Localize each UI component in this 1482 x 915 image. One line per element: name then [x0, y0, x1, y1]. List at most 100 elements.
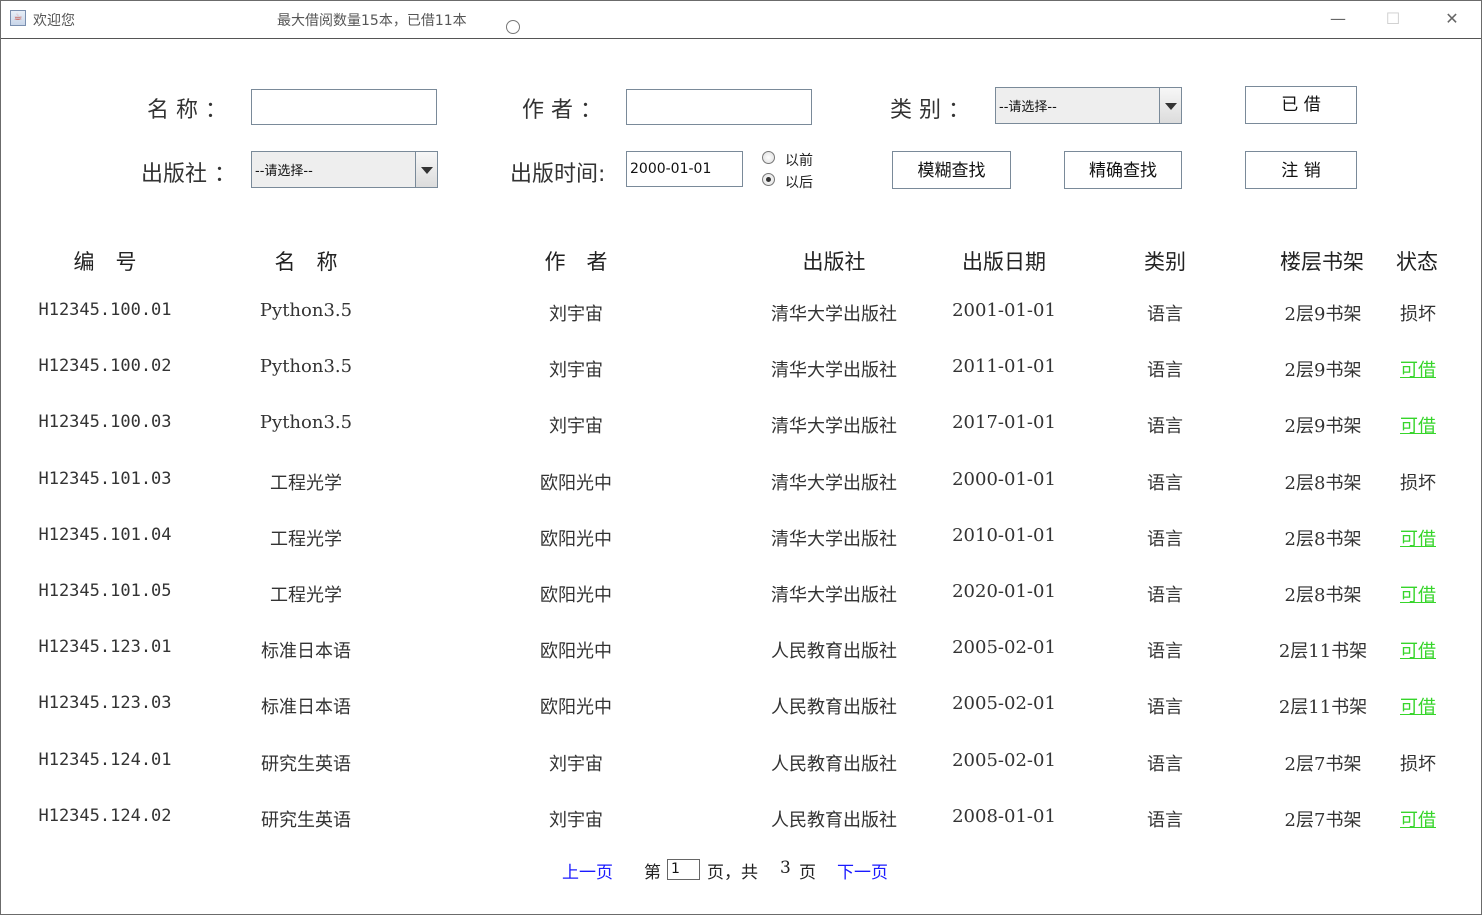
cell-date: 2005-02-01	[952, 750, 1056, 771]
cell-category: 语言	[1147, 641, 1183, 662]
table-row[interactable]: H12345.124.01 研究生英语 刘宇宙 人民教育出版社 2005-02-01 语言…	[0, 750, 1480, 790]
cell-id: H12345.124.02	[38, 806, 172, 826]
cell-author: 欧阳光中	[540, 641, 612, 662]
borrowed-button[interactable]: 已 借	[1245, 86, 1357, 124]
prev-page-link[interactable]: 上一页	[562, 858, 613, 883]
table-row[interactable]: H12345.100.02 Python3.5 刘宇宙 清华大学出版社 2011-01-…	[0, 356, 1480, 396]
publish-date-input[interactable]: 2000-01-01	[626, 151, 743, 187]
borrow-link[interactable]: 可借	[1400, 693, 1436, 719]
cell-publisher: 人民教育出版社	[771, 754, 897, 775]
cell-date: 2017-01-01	[952, 412, 1056, 433]
table-row[interactable]: H12345.100.03 Python3.5 刘宇宙 清华大学出版社 2017-01-…	[0, 412, 1480, 452]
cell-shelf: 2层9书架	[1284, 416, 1362, 437]
table-row[interactable]: H12345.100.01 Python3.5 刘宇宙 清华大学出版社 2001-01-…	[0, 300, 1480, 340]
cell-author: 欧阳光中	[540, 473, 612, 494]
author-input[interactable]	[626, 89, 812, 125]
cell-status: 损坏	[1400, 473, 1436, 494]
chevron-down-icon[interactable]	[415, 152, 437, 187]
cell-name: 工程光学	[270, 473, 342, 494]
category-select[interactable]: --请选择--	[995, 87, 1182, 124]
cell-author: 欧阳光中	[540, 585, 612, 606]
table-row[interactable]: H12345.123.03 标准日本语 欧阳光中 人民教育出版社 2005-02-01 语…	[0, 693, 1480, 733]
borrow-link[interactable]: 可借	[1400, 637, 1436, 663]
header-status: 状态	[1396, 250, 1438, 274]
table-row[interactable]: H12345.101.03 工程光学 欧阳光中 清华大学出版社 2000-01-01 语言…	[0, 469, 1480, 509]
maximize-icon[interactable]: ☐	[1379, 7, 1407, 31]
close-icon[interactable]: ✕	[1438, 7, 1466, 31]
table-row[interactable]: H12345.123.01 标准日本语 欧阳光中 人民教育出版社 2005-02-01 语…	[0, 637, 1480, 677]
cell-publisher: 清华大学出版社	[771, 585, 897, 606]
cell-date: 2008-01-01	[952, 806, 1056, 827]
cell-id: H12345.123.01	[38, 637, 172, 657]
borrow-link[interactable]: 可借	[1400, 581, 1436, 607]
next-page-link[interactable]: 下一页	[837, 858, 888, 883]
cell-id: H12345.100.02	[38, 356, 172, 376]
cell-date: 2005-02-01	[952, 693, 1056, 714]
cell-author: 欧阳光中	[540, 697, 612, 718]
table-row[interactable]: H12345.101.05 工程光学 欧阳光中 清华大学出版社 2020-01-01 语言…	[0, 581, 1480, 621]
cell-category: 语言	[1147, 529, 1183, 550]
cell-name: 研究生英语	[261, 754, 351, 775]
cell-category: 语言	[1147, 754, 1183, 775]
borrow-link[interactable]: 可借	[1400, 525, 1436, 551]
loading-indicator-icon	[506, 20, 520, 34]
cell-category: 语言	[1147, 360, 1183, 381]
page-prefix: 第	[644, 863, 661, 883]
header-author: 作 者	[544, 250, 608, 274]
table-row[interactable]: H12345.101.04 工程光学 欧阳光中 清华大学出版社 2010-01-01 语言…	[0, 525, 1480, 565]
cell-date: 2000-01-01	[952, 469, 1056, 490]
borrow-link[interactable]: 可借	[1400, 356, 1436, 382]
author-label: 作 者 ：	[522, 98, 602, 123]
cell-shelf: 2层7书架	[1284, 754, 1362, 775]
cell-name: 工程光学	[270, 585, 342, 606]
cell-id: H12345.100.03	[38, 412, 172, 432]
cell-name: 研究生英语	[261, 810, 351, 831]
cell-publisher: 人民教育出版社	[771, 810, 897, 831]
cell-date: 2005-02-01	[952, 637, 1056, 658]
header-category: 类别	[1144, 250, 1186, 274]
cell-id: H12345.101.03	[38, 469, 172, 489]
java-app-icon: ☕	[10, 10, 26, 26]
cell-category: 语言	[1147, 810, 1183, 831]
publisher-select[interactable]: --请选择--	[251, 151, 438, 188]
page-number-input[interactable]: 1	[667, 859, 700, 880]
before-radio-label: 以前	[785, 153, 813, 169]
cell-name: 标准日本语	[261, 697, 351, 718]
window-title: 欢迎您	[33, 13, 75, 29]
cell-category: 语言	[1147, 304, 1183, 325]
cell-id: H12345.123.03	[38, 693, 172, 713]
category-label: 类 别 ：	[890, 98, 970, 123]
cell-date: 2001-01-01	[952, 300, 1056, 321]
publisher-label: 出版社 ：	[141, 162, 236, 187]
name-input[interactable]	[251, 89, 437, 125]
cell-publisher: 清华大学出版社	[771, 360, 897, 381]
logout-button[interactable]: 注 销	[1245, 151, 1357, 189]
after-radio[interactable]	[762, 173, 775, 186]
cell-author: 刘宇宙	[549, 304, 603, 325]
cell-shelf: 2层9书架	[1284, 304, 1362, 325]
publish-date-label: 出版时间:	[510, 162, 606, 187]
borrow-link[interactable]: 可借	[1400, 412, 1436, 438]
cell-id: H12345.124.01	[38, 750, 172, 770]
before-radio[interactable]	[762, 151, 775, 164]
cell-shelf: 2层11书架	[1278, 697, 1368, 718]
minimize-icon[interactable]: —	[1324, 7, 1352, 31]
fuzzy-search-button[interactable]: 模糊查找	[892, 151, 1011, 189]
page-suffix: 页	[799, 863, 816, 883]
cell-shelf: 2层7书架	[1284, 810, 1362, 831]
borrow-link[interactable]: 可借	[1400, 806, 1436, 832]
cell-id: H12345.101.05	[38, 581, 172, 601]
cell-date: 2020-01-01	[952, 581, 1056, 602]
cell-shelf: 2层8书架	[1284, 585, 1362, 606]
exact-search-button[interactable]: 精确查找	[1064, 151, 1182, 189]
cell-shelf: 2层8书架	[1284, 529, 1362, 550]
cell-publisher: 清华大学出版社	[771, 416, 897, 437]
header-date: 出版日期	[962, 250, 1046, 274]
table-row[interactable]: H12345.124.02 研究生英语 刘宇宙 人民教育出版社 2008-01-01 语言…	[0, 806, 1480, 846]
cell-id: H12345.101.04	[38, 525, 172, 545]
title-bar: ☕ 欢迎您 最大借阅数量15本，已借11本 — ☐ ✕	[1, 1, 1481, 39]
cell-author: 刘宇宙	[549, 754, 603, 775]
cell-name: 标准日本语	[261, 641, 351, 662]
cell-category: 语言	[1147, 697, 1183, 718]
chevron-down-icon[interactable]	[1159, 88, 1181, 123]
